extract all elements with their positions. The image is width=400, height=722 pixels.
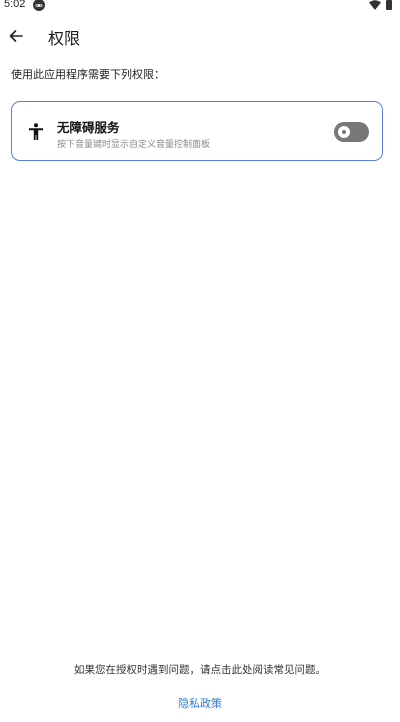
game-controller-icon xyxy=(33,0,45,11)
page-title: 权限 xyxy=(48,29,81,48)
app-bar: 权限 xyxy=(0,18,400,54)
accessibility-toggle[interactable] xyxy=(334,122,369,142)
permission-card-accessibility[interactable]: 无障碍服务 按下音量键时显示自定义音量控制面板 xyxy=(11,101,383,161)
permissions-intro: 使用此应用程序需要下列权限： xyxy=(11,68,165,81)
battery-icon xyxy=(386,0,392,10)
permission-title: 无障碍服务 xyxy=(57,120,120,135)
wifi-icon xyxy=(369,0,381,10)
status-time: 5:02 xyxy=(4,0,26,10)
permission-description: 按下音量键时显示自定义音量控制面板 xyxy=(57,140,211,150)
arrow-left-icon xyxy=(9,30,23,42)
back-button[interactable] xyxy=(4,24,28,48)
privacy-policy-link[interactable]: 隐私政策 xyxy=(0,695,400,711)
help-text[interactable]: 如果您在授权时遇到问题，请点击此处阅读常见问题。 xyxy=(0,662,400,677)
toggle-knob-center xyxy=(342,130,346,134)
accessibility-icon xyxy=(29,123,43,140)
toggle-knob xyxy=(338,126,350,138)
status-bar: 5:02 xyxy=(0,0,400,12)
